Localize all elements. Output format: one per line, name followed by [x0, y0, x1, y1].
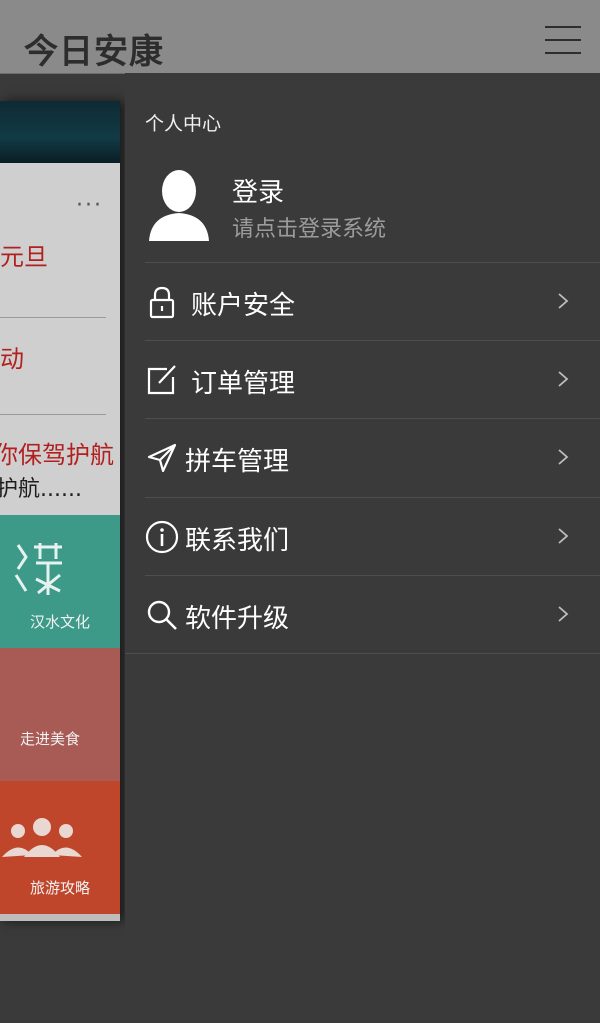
- news-item-title[interactable]: 你保驾护航: [0, 435, 114, 470]
- menu-item-label: 订单管理: [191, 369, 296, 399]
- menu-item-account-security[interactable]: 账户安全: [145, 263, 600, 341]
- section-title: 个人中心: [145, 113, 222, 135]
- tile-caption: 走进美食: [19, 730, 80, 748]
- login-hint: 请点击登录系统: [232, 217, 387, 242]
- tile-travel-guide[interactable]: 旅游攻略: [0, 781, 120, 914]
- menu-item-label: 拼车管理: [185, 447, 290, 477]
- tile-caption: 汉水文化: [29, 613, 90, 631]
- send-icon: [147, 443, 177, 473]
- app-bar: 今日安康: [0, 0, 600, 74]
- chevron-right-icon: [558, 293, 569, 309]
- menu-item-carpool-management[interactable]: 拼车管理: [145, 419, 600, 497]
- people-icon: [2, 818, 82, 857]
- lock-icon: [149, 286, 175, 319]
- news-item-title[interactable]: 元旦: [0, 237, 48, 272]
- news-item-subtitle: 护航......: [0, 477, 82, 502]
- user-avatar-icon: [149, 170, 209, 241]
- hamburger-menu-icon[interactable]: [545, 26, 581, 54]
- news-list: ··· 元旦 动 你保驾护航 护航......: [0, 163, 120, 515]
- chevron-right-icon: [558, 371, 569, 387]
- banner-image: [0, 101, 120, 163]
- chevron-right-icon: [558, 449, 569, 465]
- menu-item-contact-us[interactable]: 联系我们: [145, 498, 600, 576]
- menu-item-software-upgrade[interactable]: 软件升级: [145, 576, 600, 654]
- more-dots-icon[interactable]: ···: [76, 193, 103, 218]
- tile-hanshui-culture[interactable]: 汉水文化: [0, 515, 120, 648]
- tile-food[interactable]: 食 走进美食: [0, 648, 120, 781]
- menu-item-label: 账户安全: [191, 291, 296, 321]
- login-label: 登录: [232, 178, 285, 208]
- background-page: ··· 元旦 动 你保驾护航 护航...... 汉水文化 食 走进美食 旅游攻略: [0, 101, 120, 921]
- news-divider: [0, 414, 106, 415]
- menu-item-label: 软件升级: [185, 604, 290, 634]
- navigation-drawer: 个人中心 登录 请点击登录系统 账户安全 订单管理 拼车管理 联系我们 软件升级: [125, 73, 600, 1023]
- chevron-right-icon: [558, 528, 569, 544]
- divider: [125, 653, 600, 654]
- hanshui-logo-icon: [14, 543, 62, 595]
- news-divider: [0, 317, 106, 318]
- app-title: 今日安康: [24, 32, 164, 72]
- menu-item-order-management[interactable]: 订单管理: [145, 341, 600, 419]
- news-item-title[interactable]: 动: [0, 339, 24, 374]
- tile-caption: 旅游攻略: [29, 879, 90, 897]
- chevron-right-icon: [558, 606, 569, 622]
- search-icon: [147, 600, 177, 630]
- edit-icon: [147, 365, 176, 395]
- menu-item-label: 联系我们: [185, 526, 290, 556]
- info-icon: [145, 520, 179, 554]
